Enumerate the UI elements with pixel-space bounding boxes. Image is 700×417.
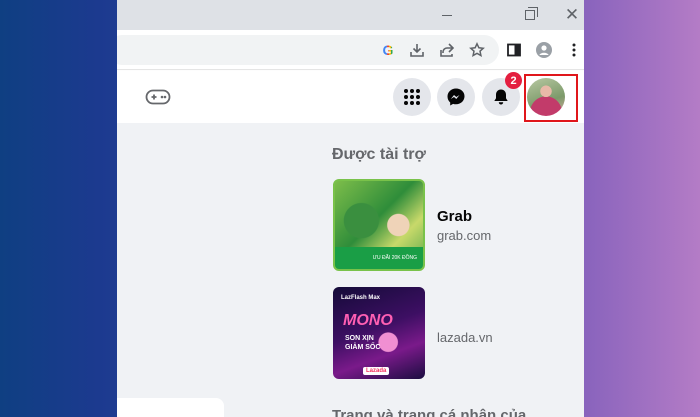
minimize-button[interactable] bbox=[435, 5, 459, 25]
lazada-ad-image[interactable]: LazFlash Max MONO SON XỊN GIẢM SỐC Lazad… bbox=[333, 287, 425, 379]
google-icon[interactable]: G bbox=[378, 40, 398, 60]
lazada-ad-line1: SON XỊN bbox=[345, 335, 374, 342]
section-heading-partial: Trang và trang cá nhân của bbox=[332, 407, 527, 417]
scrollbar[interactable] bbox=[577, 123, 584, 417]
lazada-ad-line2: GIẢM SỐC bbox=[345, 344, 381, 351]
download-icon[interactable] bbox=[407, 40, 427, 60]
share-icon[interactable] bbox=[437, 40, 457, 60]
gaming-icon[interactable] bbox=[145, 87, 171, 107]
minimize-icon bbox=[442, 14, 452, 16]
ad-name-grab[interactable]: Grab bbox=[437, 208, 472, 225]
star-icon[interactable] bbox=[467, 40, 487, 60]
grab-ad-image[interactable]: ƯU ĐÃI 20K ĐỒNG bbox=[333, 179, 425, 271]
ad-domain-grab[interactable]: grab.com bbox=[437, 228, 491, 243]
restore-icon bbox=[525, 7, 538, 20]
grab-ad-tag: ƯU ĐÃI 20K ĐỒNG bbox=[372, 255, 417, 261]
avatar-highlight-box bbox=[524, 74, 578, 122]
close-icon: ✕ bbox=[564, 5, 580, 24]
ad-domain-lazada[interactable]: lazada.vn bbox=[437, 330, 493, 345]
profile-icon[interactable] bbox=[534, 40, 554, 60]
messenger-button[interactable] bbox=[437, 78, 475, 116]
menu-button[interactable] bbox=[393, 78, 431, 116]
maximize-button[interactable] bbox=[518, 5, 542, 25]
lazada-ad-headline: MONO bbox=[343, 312, 393, 329]
left-panel-card bbox=[117, 398, 224, 417]
close-button[interactable]: ✕ bbox=[560, 5, 584, 25]
menu-grid-icon bbox=[404, 89, 420, 105]
title-bar bbox=[117, 0, 584, 30]
sponsored-title: Được tài trợ bbox=[332, 146, 426, 163]
lazada-logo: Lazada bbox=[363, 367, 390, 375]
notification-badge: 2 bbox=[505, 72, 522, 89]
messenger-icon bbox=[447, 88, 465, 106]
sidebar-icon[interactable] bbox=[504, 40, 524, 60]
browser-window: ✕ G 2 Được tài trợ ƯU ĐÃI 20K ĐỒNG Grab … bbox=[117, 0, 584, 417]
bell-icon bbox=[494, 89, 508, 105]
lazada-ad-top-text: LazFlash Max bbox=[341, 295, 381, 301]
kebab-menu-icon[interactable] bbox=[564, 40, 584, 60]
google-letter: G bbox=[382, 42, 394, 58]
